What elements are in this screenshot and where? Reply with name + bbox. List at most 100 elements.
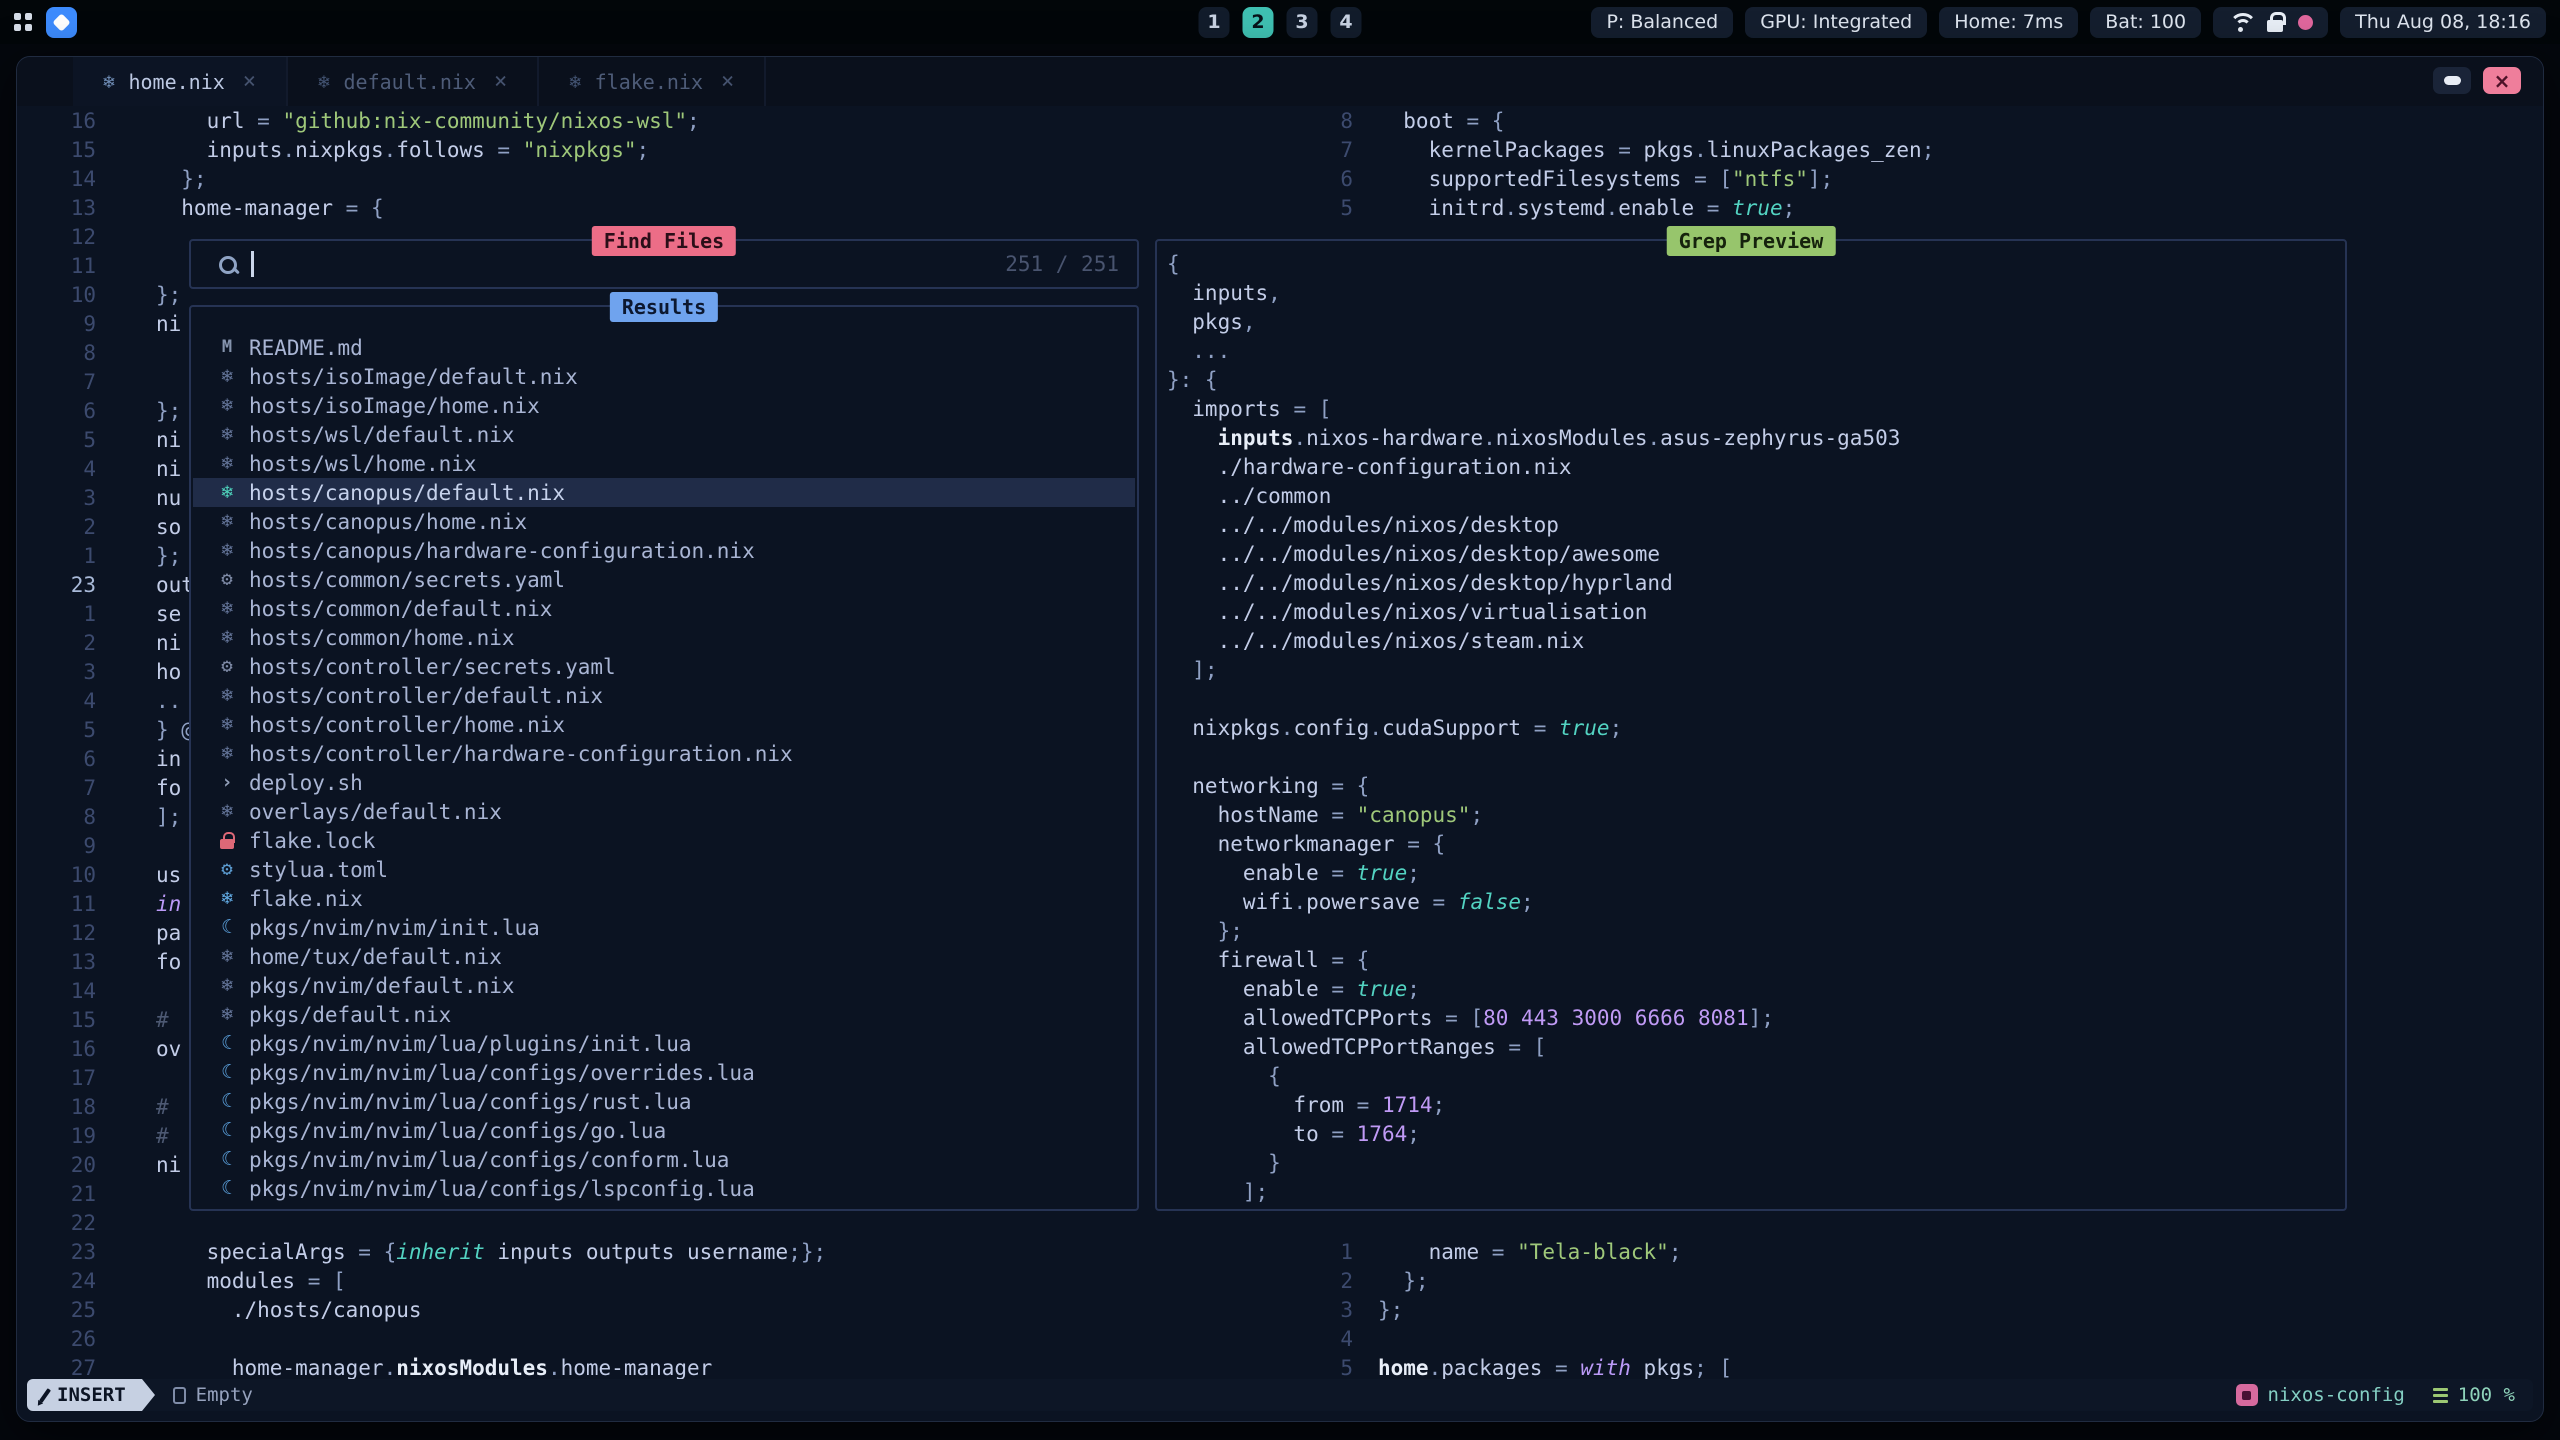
window-pin-button[interactable] — [2433, 67, 2471, 94]
tab-close-icon[interactable]: × — [243, 69, 256, 94]
finder-result[interactable]: ›deploy.sh — [193, 768, 1135, 797]
battery-module[interactable]: Bat: 100 — [2090, 7, 2201, 38]
code-line: 8 boot = { — [1251, 106, 2351, 135]
code-text: name = "Tela-black"; — [1378, 1240, 1681, 1264]
nix-file-icon: ❄ — [213, 594, 241, 623]
code-text: ni — [156, 428, 181, 452]
finder-result[interactable]: ☾pkgs/nvim/nvim/init.lua — [193, 913, 1135, 942]
finder-result[interactable]: ❄hosts/canopus/hardware-configuration.ni… — [193, 536, 1135, 565]
finder-result[interactable]: ☾pkgs/nvim/nvim/lua/configs/rust.lua — [193, 1087, 1135, 1116]
status-icons-module[interactable] — [2213, 7, 2328, 38]
tab-flake.nix[interactable]: ❄flake.nix× — [539, 57, 766, 106]
finder-result-name: pkgs/default.nix — [249, 1003, 451, 1027]
finder-result[interactable]: ☾pkgs/nvim/nvim/lua/plugins/init.lua — [193, 1029, 1135, 1058]
finder-result-name: hosts/wsl/home.nix — [249, 452, 477, 476]
finder-result[interactable]: ☾pkgs/nvim/nvim/lua/configs/conform.lua — [193, 1145, 1135, 1174]
color-dot-icon — [2298, 15, 2313, 30]
line-number: 15 — [17, 1008, 96, 1032]
finder-result[interactable]: ❄hosts/wsl/default.nix — [193, 420, 1135, 449]
finder-result[interactable]: ❄hosts/canopus/home.nix — [193, 507, 1135, 536]
workspace-button-1[interactable]: 1 — [1199, 7, 1230, 38]
nix-file-icon: ❄ — [569, 71, 580, 93]
tab-default.nix[interactable]: ❄default.nix× — [288, 57, 539, 106]
finder-result[interactable]: ☾pkgs/nvim/nvim/lua/configs/overrides.lu… — [193, 1058, 1135, 1087]
finder-result[interactable]: ⚙stylua.toml — [193, 855, 1135, 884]
line-number: 13 — [17, 196, 96, 220]
finder-result[interactable]: ❄hosts/common/home.nix — [193, 623, 1135, 652]
line-number: 12 — [17, 225, 96, 249]
finder-result[interactable]: ❄hosts/wsl/home.nix — [193, 449, 1135, 478]
lock-icon — [2267, 20, 2283, 32]
finder-result[interactable]: ❄pkgs/nvim/default.nix — [193, 971, 1135, 1000]
preview-line: enable = true; — [1167, 858, 2337, 887]
nix-file-icon: ❄ — [213, 739, 241, 768]
code-line: 5 initrd.systemd.enable = true; — [1251, 193, 2351, 222]
line-number: 2 — [1251, 1269, 1353, 1293]
finder-result-name: hosts/controller/secrets.yaml — [249, 655, 616, 679]
finder-result[interactable]: ❄hosts/common/default.nix — [193, 594, 1135, 623]
preview-line: }; — [1167, 916, 2337, 945]
finder-result[interactable]: ❄flake.nix — [193, 884, 1135, 913]
code-text: fo — [156, 776, 181, 800]
finder-result[interactable]: ❄hosts/isoImage/home.nix — [193, 391, 1135, 420]
line-number: 1 — [17, 602, 96, 626]
finder-result[interactable]: ❄ pkgs/default.nix — [193, 1000, 1135, 1029]
finder-result[interactable]: ❄home/tux/default.nix — [193, 942, 1135, 971]
code-text: }; — [156, 167, 207, 191]
finder-result[interactable]: ❄overlays/default.nix — [193, 797, 1135, 826]
toml-file-icon: ⚙ — [213, 855, 241, 884]
editor-pane-right-bottom[interactable]: 1 name = "Tela-black";2 };3};45home.pack… — [1251, 1237, 2351, 1382]
workspace-button-3[interactable]: 3 — [1287, 7, 1318, 38]
finder-result-name: flake.nix — [249, 887, 363, 911]
code-line: 3}; — [1251, 1295, 2351, 1324]
mode-label: INSERT — [57, 1384, 126, 1406]
finder-result[interactable]: ❄hosts/controller/default.nix — [193, 681, 1135, 710]
line-number: 15 — [17, 138, 96, 162]
nix-file-icon: ❄ — [213, 681, 241, 710]
clock-module[interactable]: Thu Aug 08, 18:16 — [2340, 7, 2546, 38]
nix-file-icon: ❄ — [318, 71, 329, 93]
line-number: 19 — [17, 1124, 96, 1148]
topbar-right: P: Balanced GPU: Integrated Home: 7ms Ba… — [1591, 7, 2546, 38]
power-profile-module[interactable]: P: Balanced — [1591, 7, 1733, 38]
statusline: INSERT Empty nixos-config 100 % — [27, 1379, 2533, 1411]
line-number: 10 — [17, 283, 96, 307]
code-text: # — [156, 1095, 169, 1119]
finder-result[interactable]: MREADME.md — [193, 333, 1135, 362]
topbar-left — [14, 7, 77, 38]
ping-module[interactable]: Home: 7ms — [1939, 7, 2078, 38]
finder-result-name: pkgs/nvim/nvim/lua/configs/overrides.lua — [249, 1061, 755, 1085]
code-text: }; — [156, 399, 181, 423]
finder-result[interactable]: ❄hosts/isoImage/default.nix — [193, 362, 1135, 391]
tab-close-icon[interactable]: × — [721, 69, 734, 94]
gpu-module[interactable]: GPU: Integrated — [1745, 7, 1927, 38]
find-files-prompt[interactable]: Find Files 251 / 251 — [189, 239, 1139, 289]
finder-result[interactable]: ❄hosts/controller/home.nix — [193, 710, 1135, 739]
finder-result[interactable]: ❄hosts/controller/hardware-configuration… — [193, 739, 1135, 768]
finder-result[interactable]: ☾pkgs/nvim/nvim/lua/configs/lspconfig.lu… — [193, 1174, 1135, 1203]
finder-result[interactable]: ❄hosts/canopus/default.nix — [193, 478, 1135, 507]
tab-home.nix[interactable]: ❄home.nix× — [73, 57, 288, 106]
code-text: ni — [156, 312, 181, 336]
tab-close-icon[interactable]: × — [494, 69, 507, 94]
finder-result-name: pkgs/nvim/nvim/lua/configs/go.lua — [249, 1119, 666, 1143]
code-text: boot = { — [1378, 109, 1504, 133]
app-launcher-icon[interactable] — [14, 13, 32, 31]
line-number: 17 — [17, 1066, 96, 1090]
finder-result[interactable]: ⚙hosts/controller/secrets.yaml — [193, 652, 1135, 681]
editor-pane-right-top[interactable]: 8 boot = {7 kernelPackages = pkgs.linuxP… — [1251, 106, 2351, 222]
workspace-button-4[interactable]: 4 — [1331, 7, 1362, 38]
preview-line: ../../modules/nixos/desktop/awesome — [1167, 539, 2337, 568]
code-text: ni — [156, 1153, 181, 1177]
workspace-button-2[interactable]: 2 — [1243, 7, 1274, 38]
nix-file-icon: ❄ — [213, 1000, 241, 1029]
window-close-button[interactable]: × — [2483, 67, 2521, 94]
finder-result[interactable]: ☾pkgs/nvim/nvim/lua/configs/go.lua — [193, 1116, 1135, 1145]
workspace-overview-button[interactable] — [46, 7, 77, 38]
code-text: .. — [156, 689, 181, 713]
overview-glyph — [52, 13, 70, 31]
line-number: 12 — [17, 921, 96, 945]
finder-result[interactable]: ⚙hosts/common/secrets.yaml — [193, 565, 1135, 594]
finder-result[interactable]: flake.lock — [193, 826, 1135, 855]
code-line: 16 url = "github:nix-community/nixos-wsl… — [17, 106, 1202, 135]
